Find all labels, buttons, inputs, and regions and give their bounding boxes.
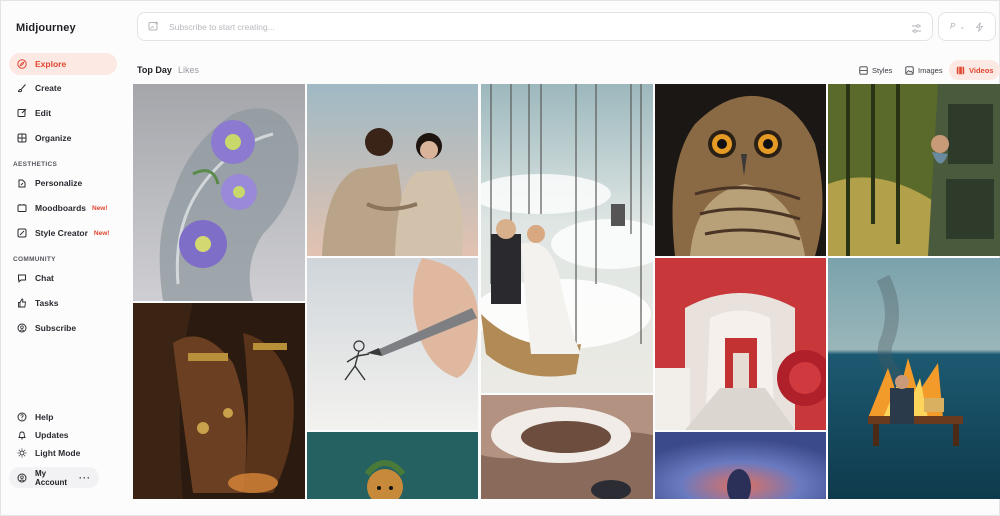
compass-icon — [17, 59, 27, 69]
gallery-image-white-swirl[interactable] — [481, 395, 653, 499]
grid-icon — [17, 133, 27, 143]
account-menu-icon[interactable]: ··· — [79, 473, 91, 483]
lightning-icon[interactable] — [975, 21, 984, 32]
edit-icon — [17, 108, 27, 118]
sidebar-item-label: Help — [35, 412, 54, 422]
sidebar-item-light-mode[interactable]: Light Mode — [9, 442, 117, 464]
bell-icon — [17, 430, 27, 440]
prompt-bar[interactable] — [137, 12, 933, 41]
sidebar-item-label: Updates — [35, 430, 69, 440]
prompt-input[interactable] — [169, 21, 869, 32]
sidebar-item-organize[interactable]: Organize — [9, 127, 117, 149]
gallery-image-hands-with-rings[interactable] — [133, 303, 305, 499]
thumbs-up-icon — [17, 298, 27, 308]
sidebar-item-create[interactable]: Create — [9, 77, 117, 99]
my-account-button[interactable]: My Account ··· — [9, 467, 99, 488]
image-icon — [905, 65, 914, 75]
video-icon — [956, 66, 965, 75]
new-badge: New! — [93, 229, 110, 237]
gallery-image-burning-desk[interactable] — [828, 258, 1000, 499]
filter-label: Videos — [969, 65, 994, 75]
account-icon — [17, 473, 27, 483]
gallery-image-couple-portrait[interactable] — [307, 84, 478, 256]
gallery-image-red-corridor[interactable] — [655, 258, 826, 430]
sidebar-item-subscribe[interactable]: Subscribe — [9, 317, 117, 339]
profile-selector[interactable]: P ⌄ — [938, 12, 996, 41]
app-window: Midjourney Explore Create Edit Organize … — [0, 0, 1000, 516]
filter-styles-button[interactable]: Styles — [852, 60, 899, 80]
sidebar-item-label: Personalize — [35, 178, 83, 188]
help-icon — [17, 412, 27, 422]
sidebar-item-label: Subscribe — [35, 323, 77, 333]
gallery-image-blue-silhouette[interactable] — [655, 432, 826, 499]
sidebar-item-label: Style Creator — [35, 228, 88, 238]
palette-icon — [17, 228, 27, 238]
subscribe-icon — [17, 323, 27, 333]
gallery-image-train-forest[interactable] — [828, 84, 1000, 256]
brush-icon — [17, 83, 27, 93]
filter-images-button[interactable]: Images — [898, 60, 950, 80]
account-label: My Account — [35, 468, 67, 487]
add-image-icon[interactable] — [148, 21, 159, 32]
section-label-aesthetics: AESTHETICS — [13, 161, 58, 168]
moodboard-icon — [17, 203, 27, 213]
section-label-community: COMMUNITY — [13, 256, 56, 263]
profile-label: P — [950, 22, 956, 31]
sidebar-item-label: Organize — [35, 133, 72, 143]
chevron-down-icon: ⌄ — [959, 23, 966, 31]
sidebar-item-style-creator[interactable]: Style Creator New! — [9, 222, 117, 244]
new-badge: New! — [92, 204, 108, 212]
sidebar-item-label: Tasks — [35, 298, 59, 308]
settings-sliders-icon[interactable] — [911, 21, 922, 33]
sidebar-item-label: Chat — [35, 273, 54, 283]
sidebar-item-label: Moodboards — [35, 203, 86, 213]
personalize-icon — [17, 178, 27, 188]
chat-icon — [17, 273, 27, 283]
tab-top-day[interactable]: Top Day — [137, 65, 172, 75]
sidebar-item-chat[interactable]: Chat — [9, 267, 117, 289]
sidebar-item-moodboards[interactable]: Moodboards New! — [9, 197, 117, 219]
gallery-image-owl[interactable] — [655, 84, 826, 256]
gallery-image-teal-portrait[interactable] — [307, 432, 478, 499]
app-logo[interactable]: Midjourney — [16, 22, 76, 34]
filter-label: Images — [918, 65, 943, 75]
sidebar-item-label: Edit — [35, 108, 52, 118]
filter-videos-button[interactable]: Videos — [949, 60, 1000, 80]
filter-label: Styles — [872, 65, 893, 75]
sidebar-item-label: Create — [35, 83, 62, 93]
sidebar-item-label: Light Mode — [35, 448, 81, 458]
sidebar: Midjourney Explore Create Edit Organize … — [1, 1, 125, 515]
sidebar-item-personalize[interactable]: Personalize — [9, 172, 117, 194]
styles-icon — [859, 65, 868, 75]
sidebar-item-edit[interactable]: Edit — [9, 102, 117, 124]
gallery-image-pencil-drawing[interactable] — [307, 258, 478, 430]
sidebar-item-tasks[interactable]: Tasks — [9, 292, 117, 314]
sidebar-item-explore[interactable]: Explore — [9, 53, 117, 75]
sidebar-item-label: Explore — [35, 59, 67, 69]
gallery-image-glass-flower[interactable] — [133, 84, 305, 301]
sun-icon — [17, 448, 27, 458]
tab-likes[interactable]: Likes — [178, 65, 199, 75]
gallery-image-swings-clouds[interactable] — [481, 84, 653, 393]
